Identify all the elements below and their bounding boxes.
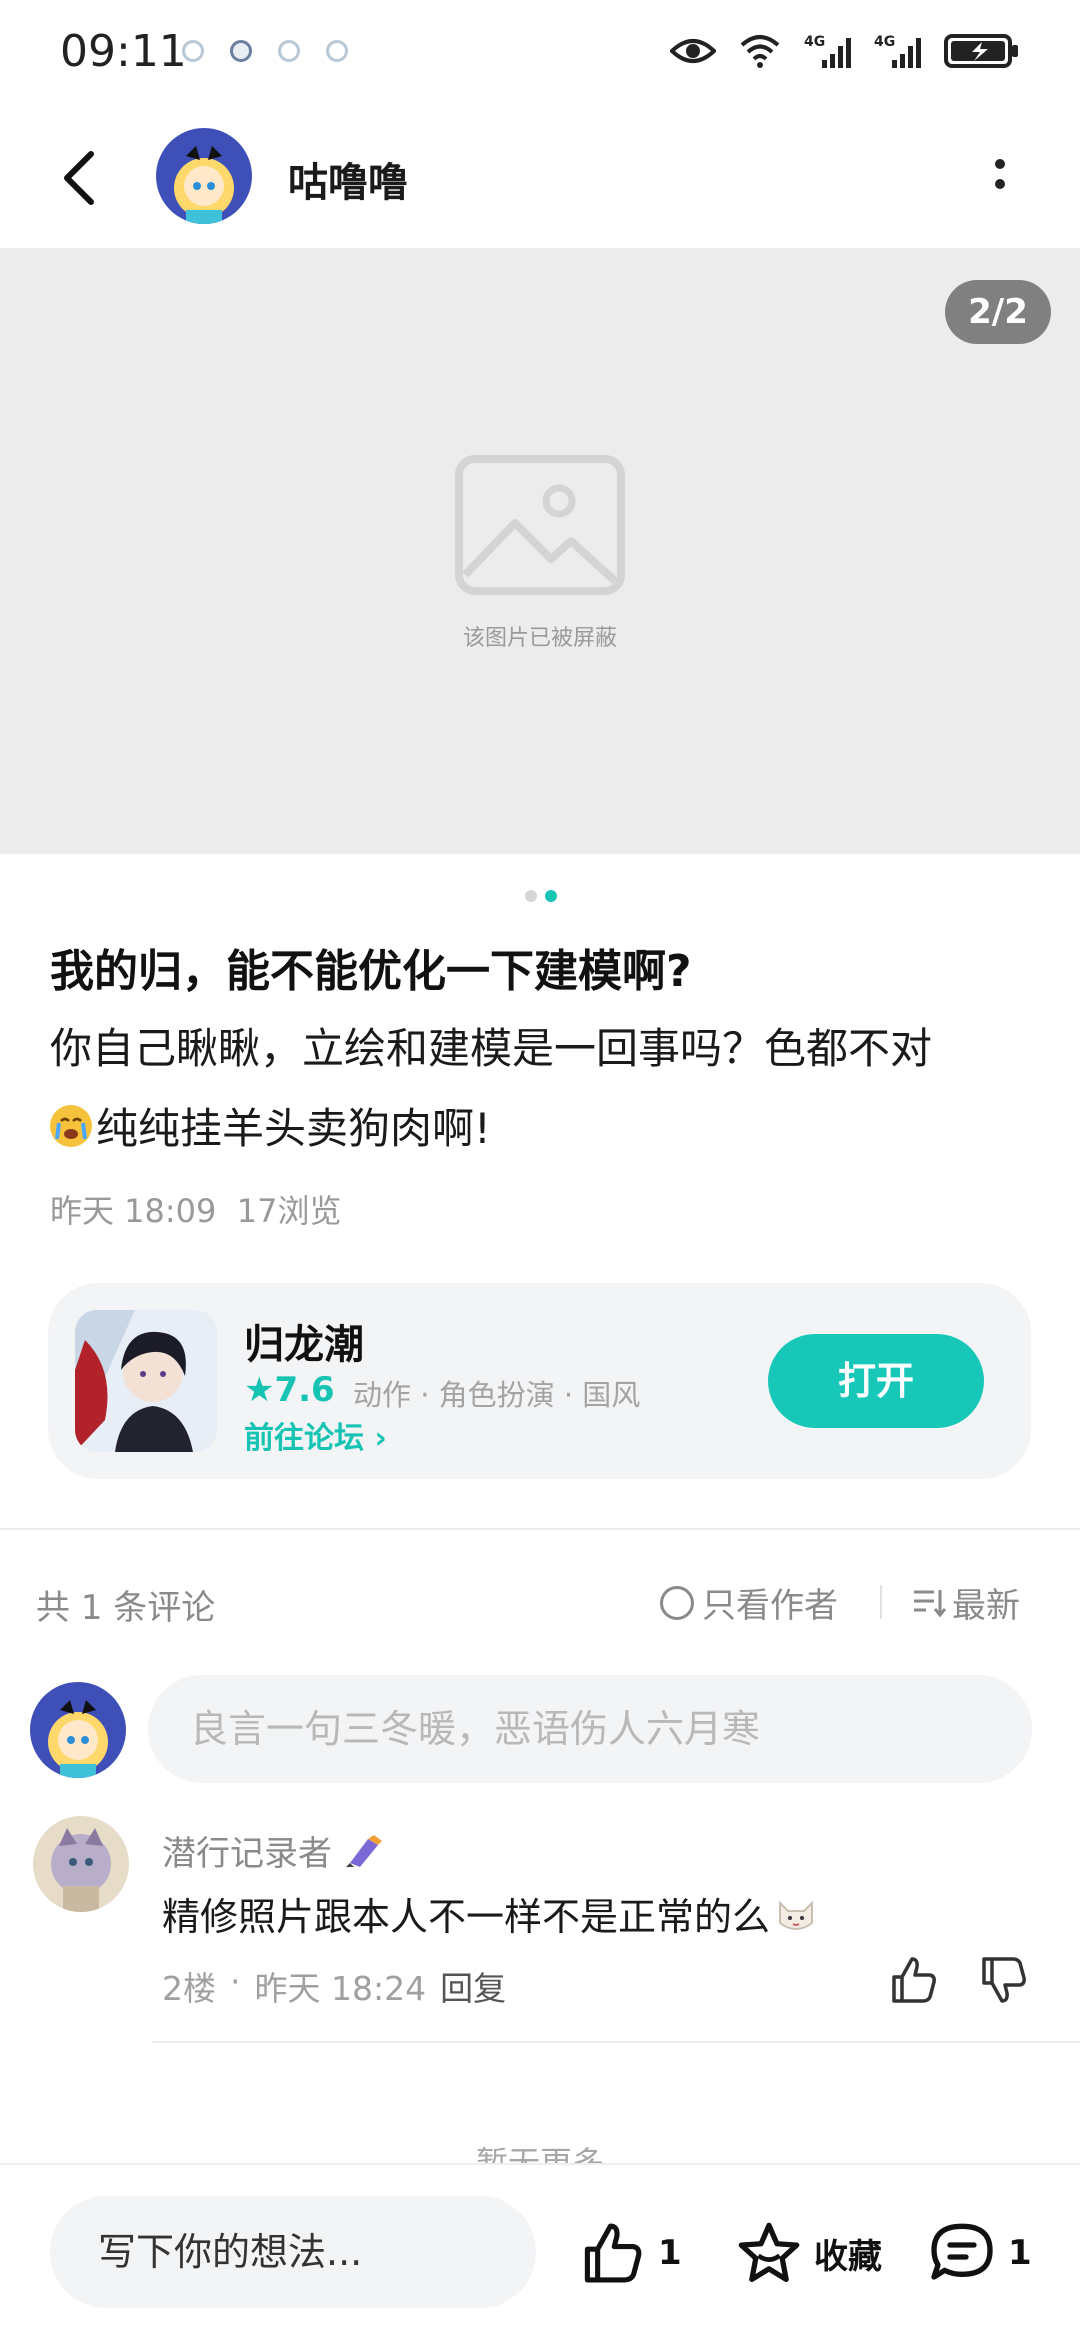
signal-4g-icon: 4G: [804, 34, 851, 68]
my-avatar: [30, 1682, 126, 1778]
author-only-toggle[interactable]: 只看作者: [660, 1578, 838, 1627]
sort-label: 最新: [952, 1586, 1020, 1626]
svg-text:4G: 4G: [804, 34, 825, 50]
status-bar: 09:11 4G 4G: [0, 0, 1080, 100]
write-comment-input[interactable]: 写下你的想法...: [50, 2196, 536, 2308]
separator: [880, 1585, 882, 1619]
back-arrow-icon[interactable]: [55, 148, 105, 208]
radio-circle-icon: [660, 1585, 694, 1620]
game-rating: ★7.6: [244, 1370, 335, 1410]
author-avatar[interactable]: [156, 128, 252, 224]
game-icon[interactable]: [75, 1310, 217, 1452]
sort-button[interactable]: 最新: [912, 1578, 1020, 1627]
commenter-avatar[interactable]: [33, 1816, 129, 1912]
post-time: 昨天 18:09: [50, 1192, 217, 1230]
notification-icon: [278, 40, 300, 62]
favorite-button[interactable]: 收藏: [736, 2218, 882, 2288]
post-body-text: 纯纯挂羊头卖狗肉啊!: [96, 1104, 491, 1153]
author-only-label: 只看作者: [702, 1586, 838, 1626]
thumbs-up-icon[interactable]: [890, 1955, 938, 2005]
comment-text: 精修照片跟本人不一样不是正常的么: [162, 1886, 816, 1941]
open-game-button[interactable]: 打开: [768, 1334, 984, 1428]
notification-icon: [326, 40, 348, 62]
crying-emoji-icon: [50, 1104, 92, 1147]
comment-time: 昨天 18:24: [254, 1969, 427, 2008]
thumbs-up-icon: [584, 2223, 642, 2283]
forum-link-label: 前往论坛: [244, 1421, 364, 1456]
reply-button[interactable]: 回复: [440, 1962, 506, 2010]
notification-icon: [230, 40, 252, 62]
comment-meta: 2楼 · 昨天 18:24 回复: [162, 1962, 506, 2010]
commenter-name[interactable]: 潜行记录者: [162, 1826, 332, 1875]
badge-icon: [346, 1834, 382, 1867]
sort-icon: [914, 1589, 946, 1617]
battery-charging-icon: [944, 34, 1018, 68]
game-name[interactable]: 归龙潮: [244, 1312, 364, 1370]
comment-button[interactable]: 1: [928, 2218, 1032, 2288]
comment-count-badge: 1: [1008, 2233, 1032, 2273]
comment-floor: 2楼: [162, 1969, 216, 2008]
post-meta: 昨天 18:09 17浏览: [50, 1186, 341, 1232]
post-body-line: 纯纯挂羊头卖狗肉啊!: [50, 1095, 491, 1156]
svg-text:4G: 4G: [874, 34, 895, 50]
cat-emoji-icon: [779, 1900, 814, 1930]
page-dot-active: [545, 890, 557, 902]
post-title: 我的归，能不能优化一下建模啊?: [50, 946, 692, 997]
comment-divider: [152, 2041, 1080, 2043]
more-vertical-icon[interactable]: [990, 150, 1010, 200]
comment-count: 共 1 条评论: [36, 1588, 216, 1628]
notification-icon: [182, 40, 204, 62]
image-page-dots: [525, 890, 557, 902]
like-button[interactable]: 1: [580, 2218, 682, 2288]
page-dot: [525, 890, 537, 902]
post-body-line: 你自己瞅瞅，立绘和建模是一回事吗？色都不对: [50, 1024, 933, 1073]
thumbs-down-icon[interactable]: [980, 1955, 1028, 2005]
game-rating-value: 7.6: [274, 1370, 335, 1410]
game-tags: 动作 · 角色扮演 · 国风: [353, 1378, 641, 1412]
wifi-icon: [740, 35, 780, 68]
commenter-info: 潜行记录者: [162, 1826, 384, 1875]
status-icons: 4G 4G: [670, 30, 1020, 72]
go-to-forum-link[interactable]: 前往论坛 ›: [244, 1413, 387, 1457]
image-blocked-text: 该图片已被屏蔽: [462, 626, 617, 651]
dot-separator: ·: [230, 1962, 241, 2001]
image-counter: 2/2: [945, 280, 1051, 344]
like-count: 1: [658, 2233, 682, 2273]
comment-content: 精修照片跟本人不一样不是正常的么: [162, 1895, 771, 1939]
star-outline-icon: [738, 2222, 800, 2283]
author-name[interactable]: 咕噜噜: [288, 150, 408, 208]
favorite-label: 收藏: [814, 2236, 882, 2277]
eye-icon: [670, 39, 716, 63]
chevron-right-icon: ›: [374, 1421, 387, 1456]
status-time: 09:11: [60, 26, 187, 77]
comment-bubble-icon: [931, 2223, 993, 2280]
image-placeholder-icon: [455, 455, 625, 595]
signal-4g-icon: 4G: [874, 34, 921, 68]
comment-input[interactable]: [148, 1675, 1032, 1783]
star-icon: ★: [244, 1370, 275, 1410]
section-divider: [0, 1528, 1080, 1530]
post-views: 17浏览: [236, 1192, 342, 1230]
